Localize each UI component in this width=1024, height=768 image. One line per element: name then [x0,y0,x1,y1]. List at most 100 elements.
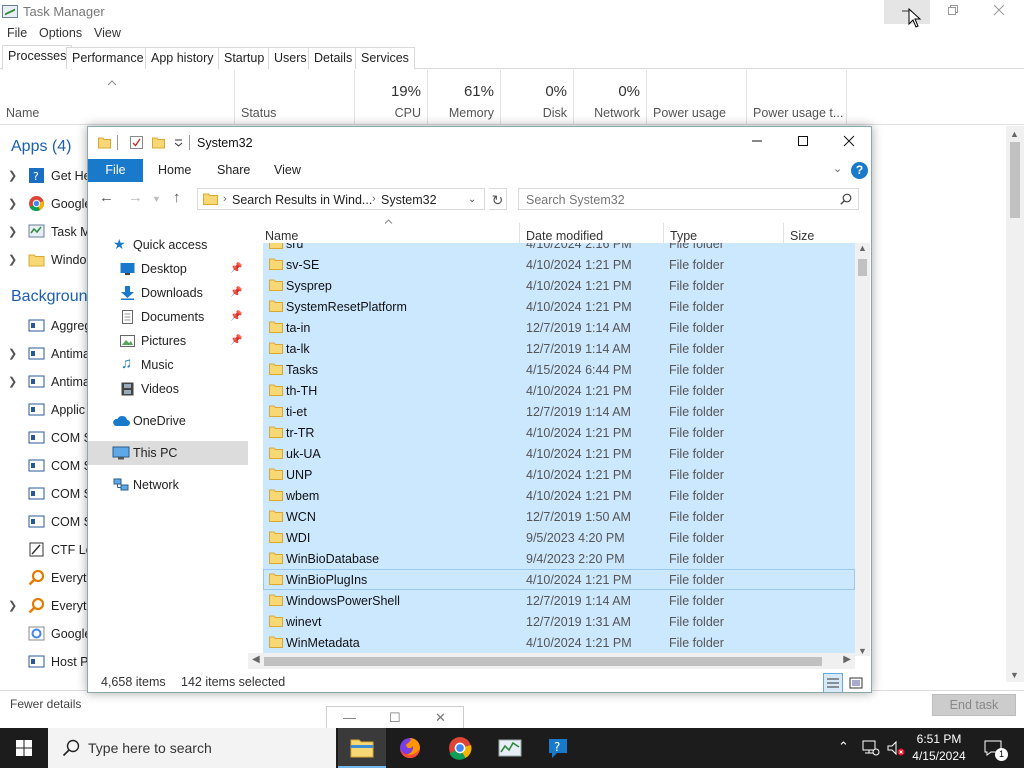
expand-icon[interactable]: ❯ [8,225,17,238]
explorer-minimize-button[interactable] [734,131,780,157]
table-row[interactable]: WinBioPlugIns 4/10/2024 1:21 PM File folde… [263,569,855,590]
sidebar-item-downloads[interactable]: Downloads 📌 [88,281,248,305]
recent-locations-chevron-icon[interactable]: ▼ [152,194,161,204]
sidebar-item-music[interactable]: ♫ Music [88,353,248,377]
expand-icon[interactable]: ❯ [8,253,17,266]
sidebar-item-quick-access[interactable]: ★ Quick access [88,233,248,257]
menu-view[interactable]: View [94,26,121,40]
customize-toolbar-icon[interactable] [172,136,185,149]
header-size[interactable]: Size [790,229,814,243]
header-date-modified[interactable]: Date modified [526,229,603,243]
breadcrumb-chevron-icon[interactable]: › [372,193,376,205]
process-row[interactable]: COM S [0,480,88,508]
end-task-button[interactable]: End task [932,694,1016,716]
header-divider[interactable] [783,223,784,243]
file-list-vertical-scrollbar[interactable]: ▲ ▼ [855,243,870,656]
expand-icon[interactable]: ❯ [8,375,17,388]
table-row[interactable]: WinMetadata 4/10/2024 1:21 PM File folder [263,632,855,653]
address-dropdown-icon[interactable]: ⌄ [468,194,476,205]
table-row[interactable]: WCN 12/7/2019 1:50 AM File folder [263,506,855,527]
taskbar-quick-assist[interactable]: ? [535,728,583,768]
table-row[interactable]: SystemResetPlatform 4/10/2024 1:21 PM File… [263,296,855,317]
ribbon-file-tab[interactable]: File [88,159,143,182]
tab-services[interactable]: Services [355,47,415,69]
process-row[interactable]: Aggreg [0,312,88,340]
tray-date[interactable]: 4/15/2024 [911,749,967,763]
tray-time[interactable]: 6:51 PM [911,732,967,746]
refresh-button[interactable]: ↻ [489,188,507,210]
table-row[interactable]: WindowsPowerShell 12/7/2019 1:14 AM File f… [263,590,855,611]
table-row[interactable]: Sysprep 4/10/2024 1:21 PM File folder [263,275,855,296]
table-row[interactable]: tr-TR 4/10/2024 1:21 PM File folder [263,422,855,443]
sidebar-item-desktop[interactable]: Desktop 📌 [88,257,248,281]
scrollbar-thumb[interactable] [264,657,822,666]
scroll-left-icon[interactable]: ◀ [252,654,260,665]
menu-file[interactable]: File [7,26,27,40]
process-list-scrollbar[interactable]: ▲ ▼ [1006,126,1024,682]
sidebar-item-this-pc[interactable]: This PC [88,441,248,465]
chevron-down-icon[interactable]: ⌄ [833,162,842,175]
process-row[interactable]: ❯ Windo [0,246,88,274]
minimize-button[interactable] [884,0,930,24]
network-status-icon[interactable] [862,740,880,756]
table-row[interactable]: ta-in 12/7/2019 1:14 AM File folder [263,317,855,338]
taskbar-search-input[interactable]: Type here to search [88,740,212,756]
process-row[interactable]: Host P [0,648,88,676]
process-row[interactable]: ❯ Antima [0,368,88,396]
table-row[interactable]: WinBioDatabase 9/4/2023 2:20 PM File folde… [263,548,855,569]
process-row[interactable]: ❯ Antima [0,340,88,368]
large-icons-view-button[interactable] [846,673,866,692]
tab-details[interactable]: Details [308,47,359,69]
back-arrow-icon[interactable]: ← [99,189,114,206]
ribbon-home-tab[interactable]: Home [158,163,191,177]
taskbar-chrome[interactable] [436,728,484,768]
sidebar-item-documents[interactable]: Documents 📌 [88,305,248,329]
process-row[interactable]: COM S [0,508,88,536]
process-row[interactable]: Everyth [0,564,88,592]
scrollbar-thumb[interactable] [858,259,867,276]
up-arrow-icon[interactable]: ↑ [173,189,181,206]
sidebar-item-onedrive[interactable]: OneDrive [88,409,248,433]
explorer-maximize-button[interactable] [780,131,826,157]
table-row[interactable]: sv-SE 4/10/2024 1:21 PM File folder [263,254,855,275]
expand-icon[interactable]: ❯ [8,197,17,210]
help-icon[interactable]: ? [851,162,868,179]
table-row[interactable]: WDI 9/5/2023 4:20 PM File folder [263,527,855,548]
sidebar-item-videos[interactable]: Videos [88,377,248,401]
scrollbar-thumb[interactable] [1010,142,1020,218]
taskbar-firefox[interactable] [386,728,434,768]
table-row[interactable]: wbem 4/10/2024 1:21 PM File folder [263,485,855,506]
scroll-down-icon[interactable]: ▼ [858,646,867,656]
header-divider[interactable] [663,223,664,243]
table-row[interactable]: UNP 4/10/2024 1:21 PM File folder [263,464,855,485]
tab-performance[interactable]: Performance [66,47,150,69]
ribbon-share-tab[interactable]: Share [217,163,250,177]
sidebar-item-pictures[interactable]: Pictures 📌 [88,329,248,353]
scroll-up-icon[interactable]: ▲ [858,243,867,253]
table-row[interactable]: ti-et 12/7/2019 1:14 AM File folder [263,401,855,422]
column-power-usage-trend[interactable]: Power usage t... [747,70,847,125]
process-row[interactable]: ❯ Everyth [0,592,88,620]
process-row[interactable]: ❯ Task M [0,218,88,246]
tab-users[interactable]: Users [268,47,313,69]
table-row[interactable]: th-TH 4/10/2024 1:21 PM File folder [263,380,855,401]
process-row[interactable]: ❯ Google [0,190,88,218]
expand-icon[interactable]: ❯ [8,169,17,182]
breadcrumb-system32[interactable]: System32 [381,193,437,207]
table-row[interactable]: ta-lk 12/7/2019 1:14 AM File folder [263,338,855,359]
ribbon-view-tab[interactable]: View [274,163,301,177]
taskbar-task-manager[interactable] [486,728,534,768]
fewer-details-link[interactable]: Fewer details [10,697,81,711]
expand-icon[interactable]: ❯ [8,347,17,360]
column-status[interactable]: Status [235,70,355,125]
column-cpu[interactable]: 19% CPU [355,70,428,125]
taskbar-search-box[interactable]: Type here to search [48,728,336,768]
header-name[interactable]: Name [265,229,298,243]
process-row[interactable]: Google [0,620,88,648]
restore-button[interactable] [930,0,976,24]
table-row[interactable]: Tasks 4/15/2024 6:44 PM File folder [263,359,855,380]
table-row[interactable]: sru 4/10/2024 2:16 PM File folder [263,243,855,254]
table-row[interactable]: winevt 12/7/2019 1:31 AM File folder [263,611,855,632]
start-button[interactable] [0,728,48,768]
tray-overflow-chevron-icon[interactable]: ⌃ [838,739,849,755]
